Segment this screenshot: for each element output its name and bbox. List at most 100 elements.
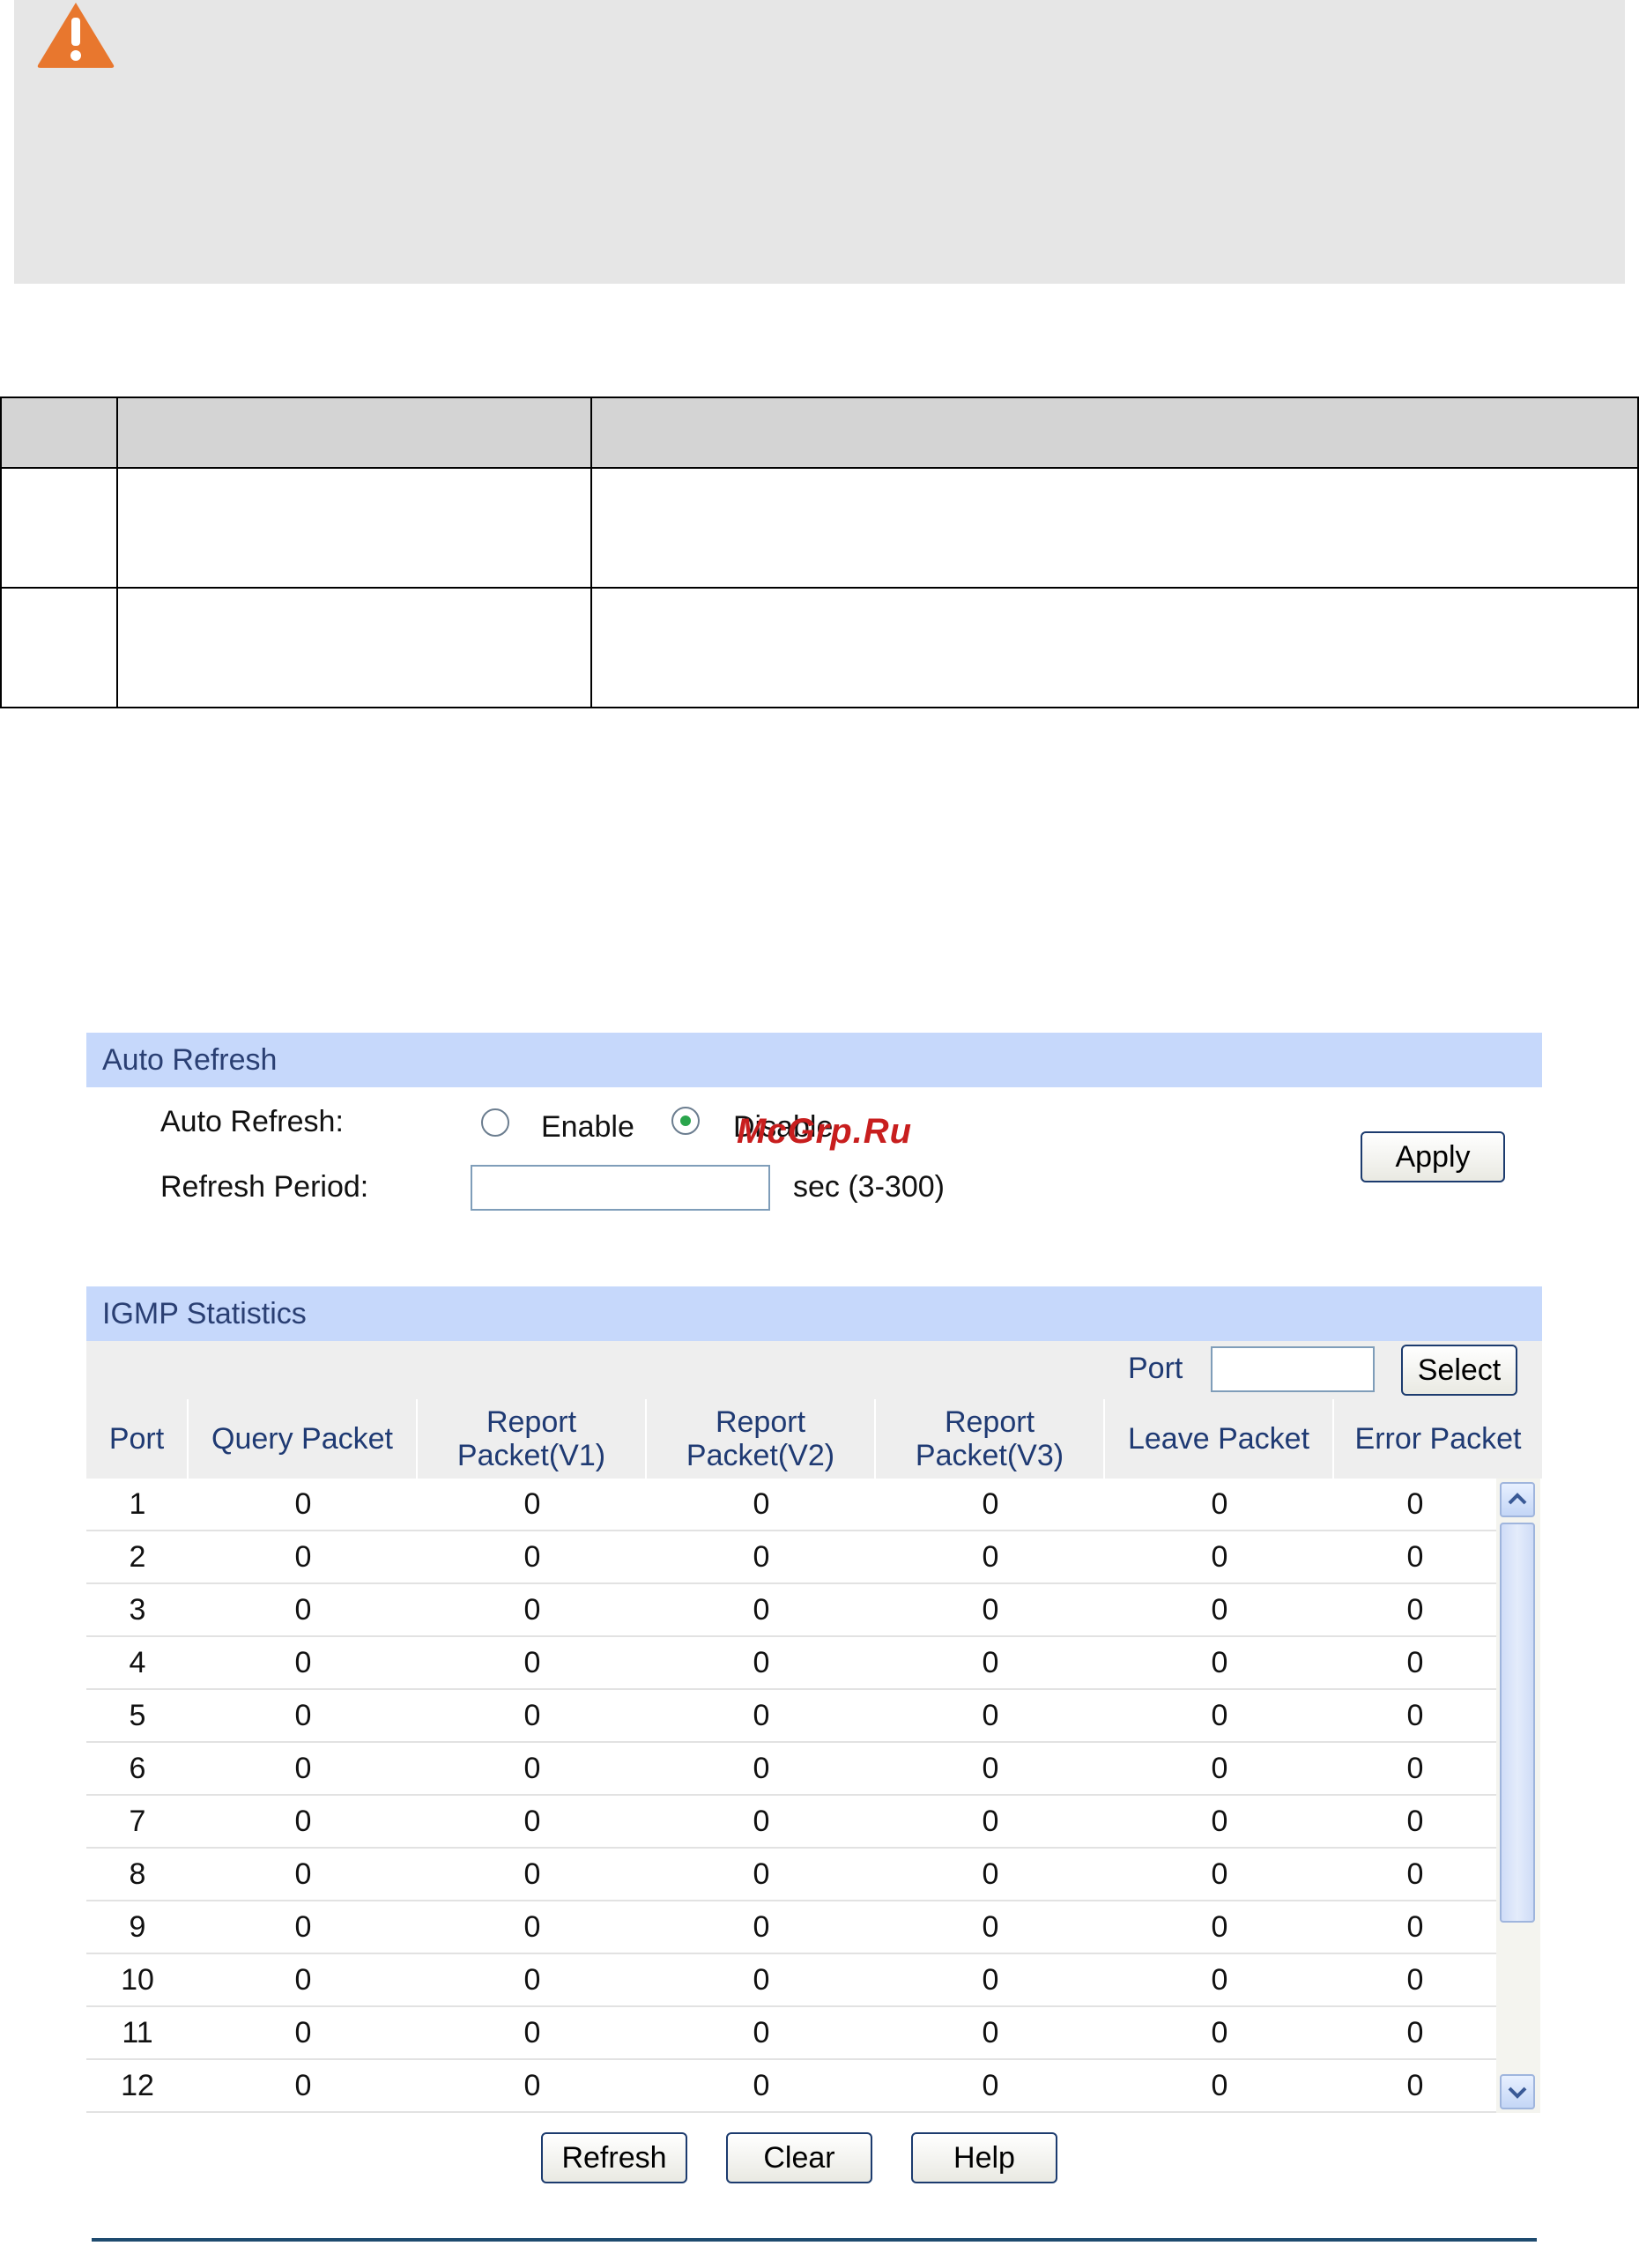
table-cell: 0 bbox=[294, 1646, 312, 1679]
table-cell: 0 bbox=[1211, 2069, 1228, 2102]
chevron-down-icon bbox=[1508, 2086, 1527, 2099]
enable-radio[interactable] bbox=[481, 1108, 509, 1137]
table-cell: 11 bbox=[122, 2016, 153, 2049]
table-cell: 0 bbox=[294, 1910, 312, 1944]
auto-refresh-label: Auto Refresh: bbox=[160, 1105, 344, 1138]
table-header-row bbox=[0, 397, 1639, 469]
table-row bbox=[0, 467, 1639, 589]
table-cell: 0 bbox=[523, 1593, 541, 1627]
table-cell: 0 bbox=[523, 1487, 541, 1521]
table-cell: 0 bbox=[982, 2069, 999, 2102]
table-cell: 0 bbox=[982, 1593, 999, 1627]
chevron-up-icon bbox=[1508, 1493, 1527, 1505]
table-cell bbox=[590, 467, 1639, 589]
table-row: 7 0 0 0 0 0 0 bbox=[86, 1796, 1496, 1849]
table-cell: 0 bbox=[1406, 1540, 1424, 1574]
table-cell: 0 bbox=[1211, 1540, 1228, 1574]
refresh-button[interactable]: Refresh bbox=[541, 2132, 687, 2183]
help-button[interactable]: Help bbox=[911, 2132, 1057, 2183]
scroll-down-button[interactable] bbox=[1500, 2074, 1535, 2109]
refresh-period-label: Refresh Period: bbox=[160, 1170, 369, 1204]
table-cell: 0 bbox=[294, 1752, 312, 1785]
table-cell: 0 bbox=[753, 1646, 770, 1679]
table-cell: 0 bbox=[1406, 1805, 1424, 1838]
table-cell: 0 bbox=[982, 1910, 999, 1944]
scroll-thumb[interactable] bbox=[1500, 1523, 1535, 1923]
table-cell: 6 bbox=[129, 1752, 146, 1785]
apply-button[interactable]: Apply bbox=[1361, 1131, 1505, 1182]
enable-label: Enable bbox=[541, 1110, 634, 1144]
port-filter-label: Port bbox=[1128, 1352, 1183, 1385]
table-cell: 0 bbox=[523, 1805, 541, 1838]
table-cell: 0 bbox=[982, 1963, 999, 1997]
table-header-cell bbox=[0, 397, 118, 469]
refresh-period-input[interactable] bbox=[471, 1165, 770, 1211]
table-cell: 0 bbox=[294, 1805, 312, 1838]
table-row: 2 0 0 0 0 0 0 bbox=[86, 1531, 1496, 1584]
refresh-period-unit: sec (3-300) bbox=[793, 1170, 945, 1204]
table-cell: 0 bbox=[753, 1963, 770, 1997]
table-cell: 9 bbox=[129, 1910, 146, 1944]
disable-radio[interactable] bbox=[671, 1107, 700, 1135]
stats-scrollbar[interactable] bbox=[1496, 1479, 1540, 2113]
table-cell: 0 bbox=[1406, 1752, 1424, 1785]
table-cell: 0 bbox=[1406, 1910, 1424, 1944]
table-cell: 0 bbox=[1211, 1857, 1228, 1891]
column-header-query-packet: Query Packet bbox=[189, 1399, 418, 1479]
table-cell: 0 bbox=[982, 1752, 999, 1785]
table-header-cell bbox=[590, 397, 1639, 469]
column-header-report-v1: Report Packet(V1) bbox=[418, 1399, 647, 1479]
table-cell: 0 bbox=[523, 2069, 541, 2102]
table-cell: 0 bbox=[1211, 1699, 1228, 1732]
table-cell: 0 bbox=[1211, 1963, 1228, 1997]
column-header-report-v3: Report Packet(V3) bbox=[876, 1399, 1105, 1479]
igmp-statistics-header: IGMP Statistics bbox=[86, 1286, 1542, 1341]
table-cell: 0 bbox=[982, 1805, 999, 1838]
table-row: 3 0 0 0 0 0 0 bbox=[86, 1584, 1496, 1637]
table-cell: 0 bbox=[753, 2069, 770, 2102]
table-cell: 0 bbox=[982, 1487, 999, 1521]
table-row bbox=[0, 587, 1639, 708]
table-cell: 3 bbox=[129, 1593, 146, 1627]
table-cell: 0 bbox=[294, 2016, 312, 2049]
table-cell: 0 bbox=[753, 1910, 770, 1944]
auto-refresh-header: Auto Refresh bbox=[86, 1033, 1542, 1087]
table-cell: 0 bbox=[1211, 1805, 1228, 1838]
warning-note-box bbox=[14, 0, 1625, 284]
column-header-error-packet: Error Packet bbox=[1354, 1422, 1522, 1456]
table-cell: 0 bbox=[1406, 1963, 1424, 1997]
clear-button[interactable]: Clear bbox=[726, 2132, 872, 2183]
table-cell: 0 bbox=[753, 1752, 770, 1785]
table-cell: 8 bbox=[129, 1857, 146, 1891]
table-row: 5 0 0 0 0 0 0 bbox=[86, 1690, 1496, 1743]
stats-table-header: Port Query Packet Report Packet(V1) Repo… bbox=[86, 1399, 1542, 1479]
table-row: 10 0 0 0 0 0 0 bbox=[86, 1954, 1496, 2007]
table-cell: 0 bbox=[294, 1540, 312, 1574]
table-cell: 4 bbox=[129, 1646, 146, 1679]
select-button[interactable]: Select bbox=[1401, 1345, 1517, 1396]
column-header-report-v2: Report Packet(V2) bbox=[647, 1399, 876, 1479]
table-cell: 0 bbox=[753, 1593, 770, 1627]
scroll-up-button[interactable] bbox=[1500, 1482, 1535, 1517]
table-cell bbox=[0, 587, 118, 708]
igmp-statistics-panel: Auto Refresh Auto Refresh: Enable Disabl… bbox=[86, 1033, 1542, 2196]
port-filter-input[interactable] bbox=[1211, 1346, 1375, 1392]
table-row: 8 0 0 0 0 0 0 bbox=[86, 1849, 1496, 1901]
table-row: 9 0 0 0 0 0 0 bbox=[86, 1901, 1496, 1954]
table-cell: 0 bbox=[753, 2016, 770, 2049]
table-cell: 0 bbox=[982, 1646, 999, 1679]
table-cell: 0 bbox=[1406, 1593, 1424, 1627]
warning-triangle-icon bbox=[37, 3, 115, 68]
table-cell: 0 bbox=[294, 1699, 312, 1732]
table-cell: 0 bbox=[523, 1646, 541, 1679]
table-cell: 0 bbox=[753, 1805, 770, 1838]
column-header-port: Port bbox=[86, 1399, 189, 1479]
table-cell: 0 bbox=[753, 1857, 770, 1891]
table-row: 11 0 0 0 0 0 0 bbox=[86, 2007, 1496, 2060]
table-cell: 0 bbox=[523, 1857, 541, 1891]
table-cell: 0 bbox=[1211, 1487, 1228, 1521]
table-cell: 0 bbox=[753, 1699, 770, 1732]
table-cell: 0 bbox=[523, 2016, 541, 2049]
table-cell: 0 bbox=[294, 2069, 312, 2102]
table-cell: 0 bbox=[982, 2016, 999, 2049]
